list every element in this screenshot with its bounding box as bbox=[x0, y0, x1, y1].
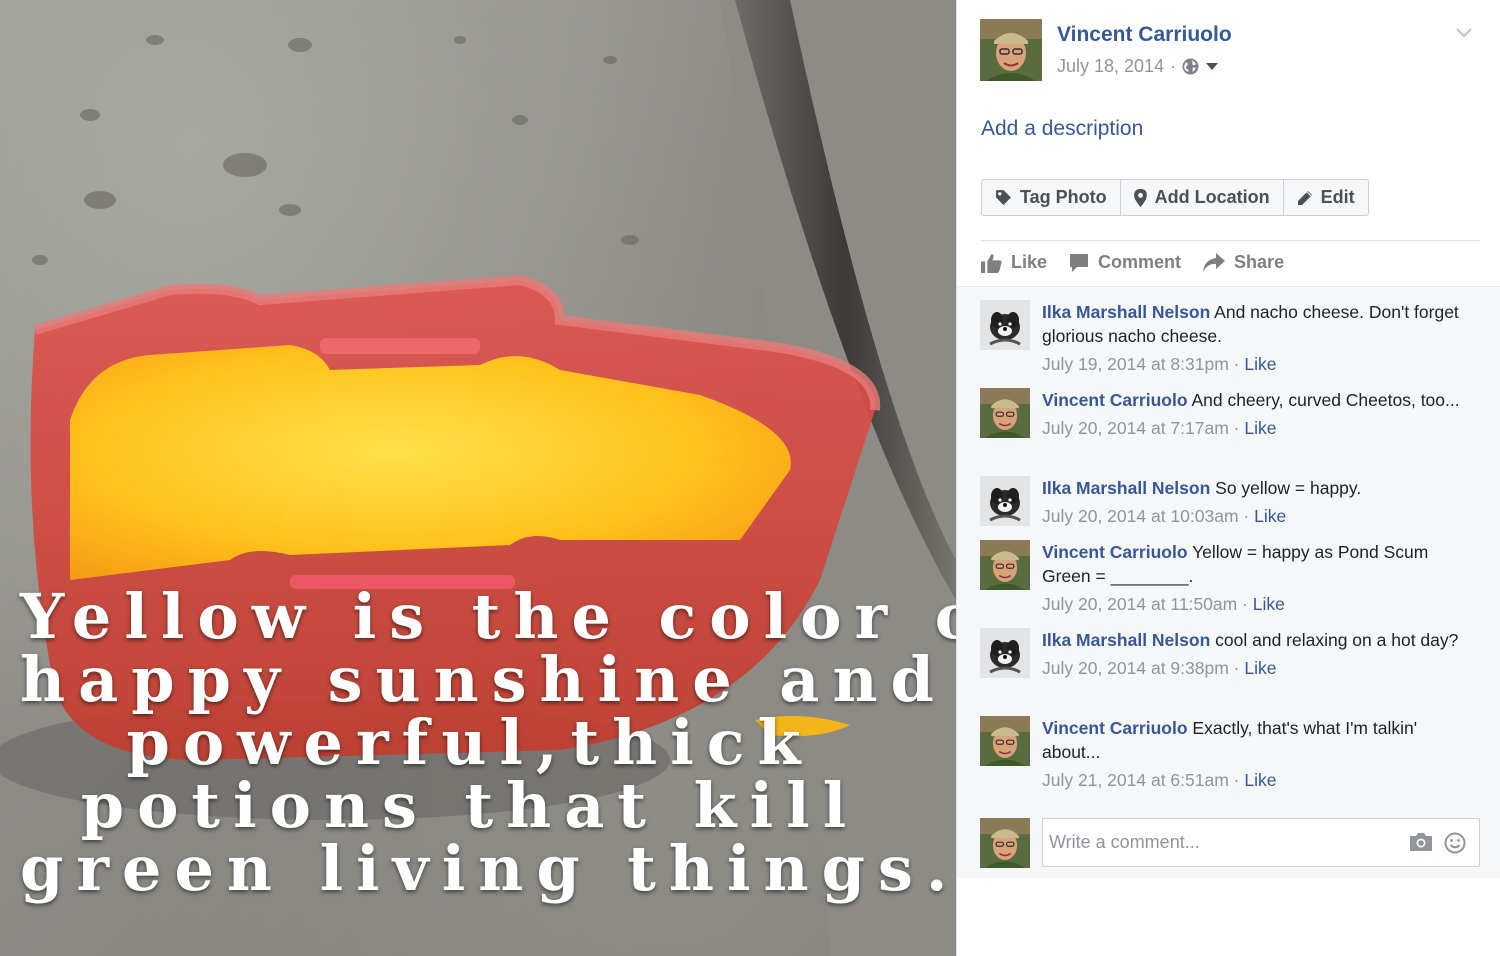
commenter-avatar[interactable] bbox=[980, 388, 1030, 438]
comment-meta: July 21, 2014 at 6:51am · Like bbox=[1042, 770, 1277, 790]
comment-timestamp[interactable]: July 20, 2014 at 11:50am bbox=[1042, 594, 1237, 614]
caption-line: powerful,thick bbox=[126, 706, 814, 779]
comment-meta: July 20, 2014 at 9:38pm · Like bbox=[1042, 658, 1277, 678]
pencil-icon bbox=[1297, 190, 1312, 205]
comment-button[interactable]: Comment bbox=[1069, 252, 1181, 273]
share-label: Share bbox=[1234, 252, 1285, 272]
comment-meta: July 19, 2014 at 8:31pm · Like bbox=[1042, 354, 1277, 374]
comment-body: Vincent Carriuolo Exactly, that's what I… bbox=[1042, 716, 1462, 792]
location-pin-icon bbox=[1133, 188, 1147, 207]
photo-side-panel: Vincent Carriuolo July 18, 2014 · Add a … bbox=[957, 0, 1500, 956]
privacy-selector[interactable] bbox=[1182, 58, 1219, 75]
comment-meta: July 20, 2014 at 11:50am · Like bbox=[1042, 594, 1285, 614]
comment-composer bbox=[1042, 818, 1480, 867]
thumbs-up-icon bbox=[981, 253, 1002, 273]
caption-line: happy sunshine and bbox=[20, 643, 947, 716]
photo-caption: Yellow is the color of happy sunshine an… bbox=[20, 580, 956, 905]
comment-timestamp[interactable]: July 20, 2014 at 7:17am bbox=[1042, 418, 1229, 438]
tag-icon bbox=[996, 190, 1011, 205]
commenter-name-link[interactable]: Ilka Marshall Nelson bbox=[1042, 478, 1210, 498]
dog-avatar-icon bbox=[980, 628, 1030, 678]
emoji-icon[interactable] bbox=[1444, 832, 1466, 854]
comment-label: Comment bbox=[1098, 252, 1182, 272]
caption-line: green living things. bbox=[20, 832, 956, 905]
comment-timestamp[interactable]: July 21, 2014 at 6:51am bbox=[1042, 770, 1229, 790]
author-name-link[interactable]: Vincent Carriuolo bbox=[1057, 23, 1232, 47]
commenter-avatar[interactable] bbox=[980, 628, 1030, 678]
comment-like-link[interactable]: Like bbox=[1244, 354, 1276, 374]
commenter-name-link[interactable]: Vincent Carriuolo bbox=[1042, 718, 1188, 738]
tag-photo-button[interactable]: Tag Photo bbox=[982, 180, 1121, 215]
comment-like-link[interactable]: Like bbox=[1253, 594, 1285, 614]
comment-body: Vincent Carriuolo Yellow = happy as Pond… bbox=[1042, 540, 1462, 616]
man-avatar-icon bbox=[980, 388, 1030, 438]
composer-avatar bbox=[980, 818, 1030, 868]
commenter-avatar[interactable] bbox=[980, 540, 1030, 590]
comment-like-link[interactable]: Like bbox=[1244, 770, 1276, 790]
comment-like-link[interactable]: Like bbox=[1244, 658, 1276, 678]
commenter-avatar[interactable] bbox=[980, 476, 1030, 526]
comment-like-link[interactable]: Like bbox=[1244, 418, 1276, 438]
dog-avatar-icon bbox=[980, 476, 1030, 526]
comment-meta: July 20, 2014 at 10:03am · Like bbox=[1042, 506, 1287, 526]
share-arrow-icon bbox=[1203, 253, 1226, 272]
dog-avatar-icon bbox=[980, 300, 1030, 350]
globe-icon bbox=[1182, 58, 1199, 75]
commenter-name-link[interactable]: Vincent Carriuolo bbox=[1042, 542, 1188, 562]
share-button[interactable]: Share bbox=[1203, 252, 1284, 273]
comment-text: So yellow = happy. bbox=[1215, 478, 1362, 498]
section-divider bbox=[981, 240, 1480, 241]
photo-viewer[interactable]: Yellow is the color of happy sunshine an… bbox=[0, 0, 956, 956]
commenter-name-link[interactable]: Vincent Carriuolo bbox=[1042, 390, 1188, 410]
man-avatar-icon bbox=[980, 716, 1030, 766]
comment-bubble-icon bbox=[1070, 253, 1089, 272]
add-description-link[interactable]: Add a description bbox=[981, 117, 1143, 141]
comment-body: Ilka Marshall Nelson cool and relaxing o… bbox=[1042, 628, 1462, 680]
add-location-label: Add Location bbox=[1154, 187, 1270, 207]
like-label: Like bbox=[1011, 252, 1048, 272]
post-date-link[interactable]: July 18, 2014 bbox=[1057, 56, 1164, 77]
commenter-name-link[interactable]: Ilka Marshall Nelson bbox=[1042, 302, 1210, 322]
feedback-actions: Like Comment Share bbox=[981, 252, 1284, 273]
comments-section: Ilka Marshall Nelson And nacho cheese. D… bbox=[957, 286, 1500, 878]
like-button[interactable]: Like bbox=[981, 252, 1047, 273]
tag-photo-label: Tag Photo bbox=[1020, 187, 1107, 207]
commenter-avatar[interactable] bbox=[980, 300, 1030, 350]
comment-body: Ilka Marshall Nelson So yellow = happy. J… bbox=[1042, 476, 1462, 528]
camera-icon[interactable] bbox=[1409, 832, 1433, 852]
comment-timestamp[interactable]: July 19, 2014 at 8:31pm bbox=[1042, 354, 1229, 374]
comment-like-link[interactable]: Like bbox=[1254, 506, 1286, 526]
edit-button[interactable]: Edit bbox=[1284, 180, 1368, 215]
meta-separator: · bbox=[1170, 56, 1177, 76]
comment-meta: July 20, 2014 at 7:17am · Like bbox=[1042, 418, 1277, 438]
man-avatar-icon bbox=[980, 19, 1042, 81]
chevron-down-icon[interactable] bbox=[1454, 22, 1474, 42]
commenter-name-link[interactable]: Ilka Marshall Nelson bbox=[1042, 630, 1210, 650]
comment-timestamp[interactable]: July 20, 2014 at 10:03am bbox=[1042, 506, 1239, 526]
comment-timestamp[interactable]: July 20, 2014 at 9:38pm bbox=[1042, 658, 1229, 678]
post-meta: July 18, 2014 · bbox=[1057, 56, 1219, 77]
caption-line: potions that kill bbox=[80, 769, 860, 842]
caret-down-icon bbox=[1206, 62, 1219, 70]
comment-input[interactable] bbox=[1043, 819, 1383, 866]
commenter-avatar[interactable] bbox=[980, 716, 1030, 766]
edit-label: Edit bbox=[1320, 187, 1355, 207]
comment-text: cool and relaxing on a hot day? bbox=[1215, 630, 1459, 650]
comment-body: Vincent Carriuolo And cheery, curved Che… bbox=[1042, 388, 1462, 440]
photo-action-bar: Tag Photo Add Location Edit bbox=[981, 179, 1369, 216]
caption-line: Yellow is the color of bbox=[20, 580, 956, 653]
comment-body: Ilka Marshall Nelson And nacho cheese. D… bbox=[1042, 300, 1462, 376]
man-avatar-icon bbox=[980, 540, 1030, 590]
comment-text: And cheery, curved Cheetos, too... bbox=[1191, 390, 1460, 410]
add-location-button[interactable]: Add Location bbox=[1121, 180, 1284, 215]
man-avatar-icon bbox=[980, 818, 1030, 868]
author-avatar[interactable] bbox=[980, 19, 1042, 81]
